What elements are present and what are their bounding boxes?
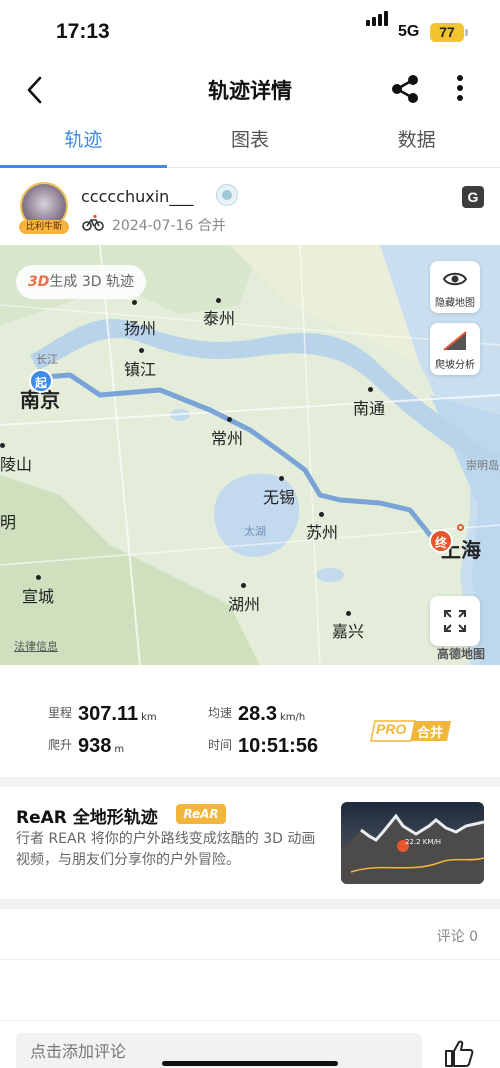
pro-label: PRO: [376, 721, 407, 737]
rear-promo[interactable]: ReAR 全地形轨迹 ReAR 行者 REAR 将你的户外路线变成炫酷的 3D …: [0, 787, 500, 899]
nav-bar: 轨迹详情: [0, 62, 500, 118]
stat-distance: 里程 307.11 km: [48, 703, 157, 725]
ride-date: 2024-07-16 合并: [112, 218, 226, 234]
city-label: 陵山: [0, 455, 33, 474]
climb-analysis-label: 爬坡分析: [435, 360, 475, 371]
city-label: 明: [0, 513, 17, 532]
river-label: 长江: [36, 353, 58, 366]
hide-map-label: 隐藏地图: [435, 298, 475, 309]
username[interactable]: ccccchuxin___: [81, 187, 193, 206]
tab-track[interactable]: 轨迹: [0, 118, 167, 168]
stat-speed: 均速 28.3 km/h: [208, 703, 306, 725]
city-label: 湖州: [228, 595, 261, 614]
tab-bar: 轨迹 图表 数据: [0, 118, 500, 168]
status-time: 17:13: [56, 20, 110, 43]
city-label: 苏州: [306, 523, 339, 542]
city-label: 镇江: [124, 360, 157, 379]
city-label: 扬州: [124, 319, 157, 338]
rear-tag: ReAR: [176, 804, 226, 824]
share-icon[interactable]: [388, 72, 422, 106]
city-label: 常州: [211, 429, 244, 448]
bike-icon: [82, 214, 104, 231]
slope-icon: [443, 331, 467, 351]
network-type: 5G: [398, 23, 420, 40]
medal-icon: [216, 184, 238, 206]
expand-map-button[interactable]: [430, 596, 480, 646]
user-info: 比利牛斯 ccccchuxin___ 2024-07-16 合并 G: [0, 168, 500, 245]
pro-merge-button[interactable]: PRO 合并: [369, 719, 453, 743]
thumb-speed: 22.2 KM/H: [405, 838, 442, 846]
thumbs-up-icon[interactable]: [444, 1039, 474, 1067]
city-label: 无锡: [263, 488, 296, 507]
island-label: 崇明岛: [466, 459, 499, 472]
avatar-badge: 比利牛斯: [19, 220, 69, 234]
route-map[interactable]: 3D生成 3D 轨迹 隐藏地图 爬坡分析 扬州 泰州 镇江 长江 南京 常州 南…: [0, 245, 500, 665]
city-label: 宣城: [22, 587, 55, 606]
map-provider: 高德地图: [437, 647, 486, 661]
stat-time: 时间 10:51:56: [208, 735, 319, 757]
more-vertical-icon[interactable]: [447, 72, 473, 106]
page-title: 轨迹详情: [208, 79, 292, 103]
comment-count: 评论 0: [436, 929, 478, 945]
legal-info-link[interactable]: 法律信息: [14, 638, 58, 654]
rear-description: 行者 REAR 将你的户外路线变成炫酷的 3D 动画视频，与朋友们分享你的户外冒…: [16, 831, 316, 868]
city-label: 嘉兴: [332, 622, 365, 641]
lake-label: 太湖: [244, 525, 266, 538]
stats-panel: 里程 307.11 km 均速 28.3 km/h 爬升 938 m 时间 10:51:56 …: [0, 665, 500, 777]
climb-analysis-button[interactable]: 爬坡分析: [430, 323, 480, 375]
gaode-logo-icon[interactable]: G: [462, 186, 484, 208]
rear-thumbnail[interactable]: 22.2 KM/H: [341, 802, 484, 884]
city-label: 南通: [353, 399, 386, 418]
battery-icon: 77: [430, 23, 464, 42]
end-marker: 终: [429, 529, 453, 553]
generate-3d-button[interactable]: 3D生成 3D 轨迹: [16, 265, 146, 299]
tab-chart[interactable]: 图表: [167, 118, 334, 167]
merge-label: 合并: [417, 726, 444, 741]
home-indicator[interactable]: [162, 1061, 338, 1066]
status-bar: 17:13 5G 77: [0, 0, 500, 62]
start-marker: 起: [29, 369, 53, 393]
expand-icon: [444, 610, 466, 632]
stat-climb: 爬升 938 m: [48, 735, 125, 757]
tab-data[interactable]: 数据: [333, 118, 500, 167]
eye-icon: [442, 272, 468, 286]
rear-title: ReAR 全地形轨迹: [16, 808, 158, 828]
hide-map-button[interactable]: 隐藏地图: [430, 261, 480, 313]
city-label: 泰州: [203, 309, 236, 328]
